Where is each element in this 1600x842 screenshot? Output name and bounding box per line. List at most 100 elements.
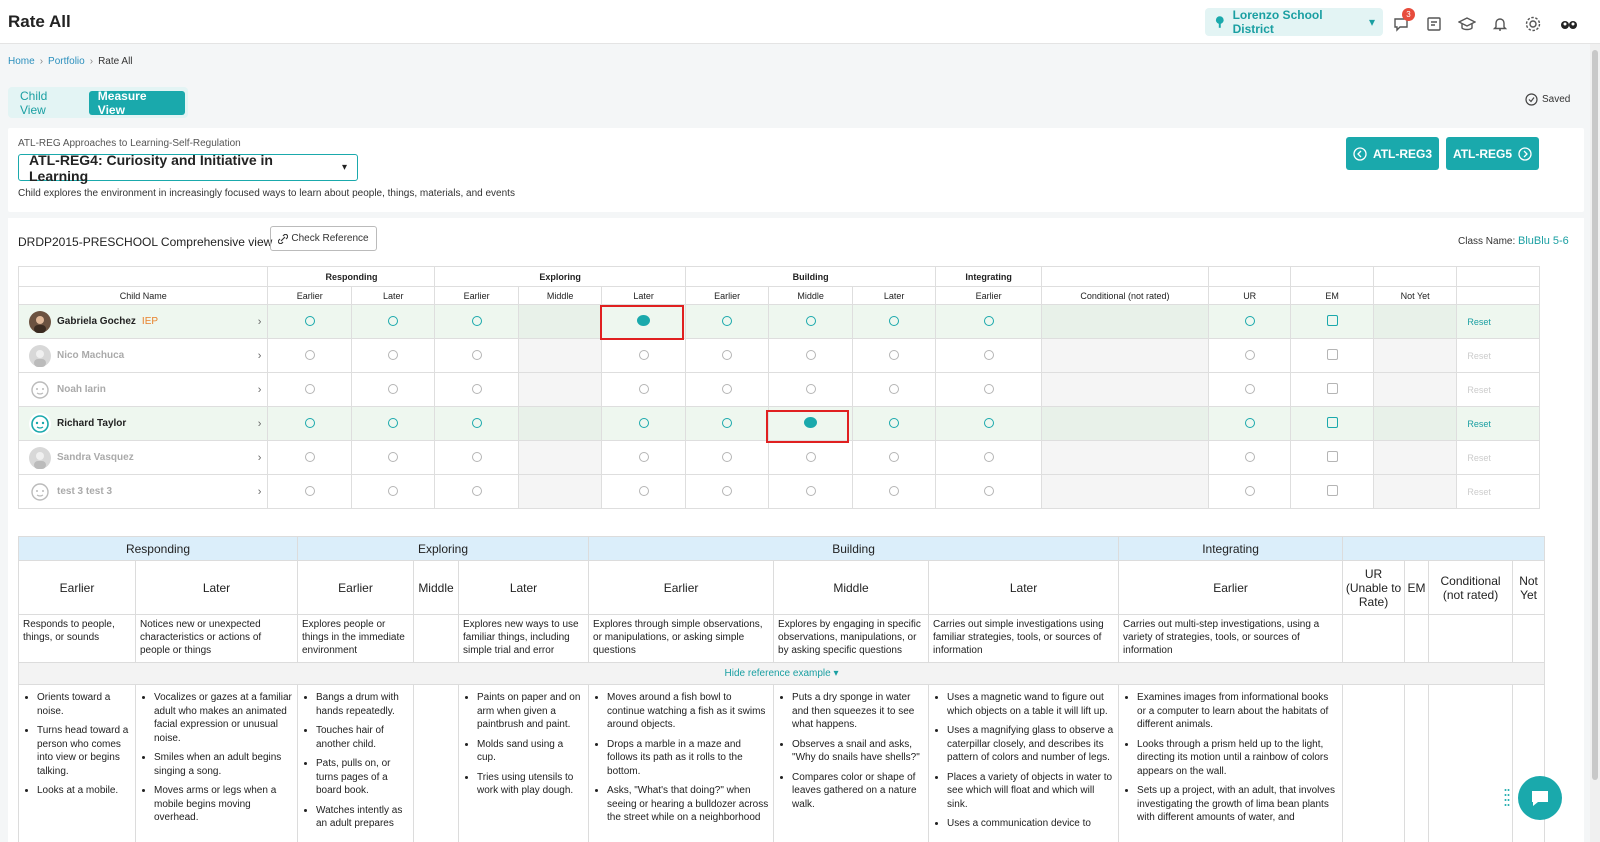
em-checkbox[interactable] [1326, 451, 1338, 462]
rating-cell[interactable] [434, 338, 519, 373]
rating-cell[interactable] [350, 372, 436, 407]
ur-cell[interactable] [1207, 474, 1292, 509]
em-cell[interactable] [1290, 406, 1374, 441]
radio-option[interactable] [304, 349, 315, 360]
rating-cell[interactable] [434, 372, 519, 407]
rating-cell[interactable] [935, 304, 1042, 339]
rating-cell[interactable] [935, 440, 1042, 475]
radio-option[interactable] [388, 451, 399, 462]
tab-measure-view[interactable]: Measure View [88, 89, 185, 117]
reset-link[interactable]: Reset [1456, 440, 1540, 475]
radio-option[interactable] [722, 451, 733, 462]
prev-measure-button[interactable]: ATL-REG3 [1346, 137, 1439, 170]
radio-option[interactable] [304, 451, 315, 462]
radio-option[interactable] [889, 349, 900, 360]
em-cell[interactable] [1290, 440, 1374, 475]
radio-option[interactable] [889, 383, 900, 394]
rating-cell[interactable] [601, 338, 686, 373]
em-cell[interactable] [1290, 474, 1374, 509]
rating-cell[interactable] [434, 474, 519, 509]
radio-option[interactable] [1244, 349, 1255, 360]
radio-option[interactable] [388, 315, 399, 326]
rating-cell[interactable] [434, 304, 519, 339]
radio-option[interactable] [388, 417, 399, 428]
hide-reference-toggle[interactable]: Hide reference example ▾ [17, 662, 1546, 685]
radio-option[interactable] [983, 485, 994, 496]
radio-option[interactable] [889, 315, 900, 326]
radio-option[interactable] [805, 349, 816, 360]
scrollbar-thumb[interactable] [1592, 50, 1598, 780]
radio-option[interactable] [638, 485, 649, 496]
rating-cell[interactable] [935, 338, 1042, 373]
radio-option[interactable] [471, 417, 482, 428]
em-checkbox[interactable] [1326, 417, 1338, 428]
rating-cell[interactable] [768, 304, 853, 339]
breadcrumb-portfolio[interactable]: Portfolio [48, 56, 85, 67]
rating-cell[interactable] [267, 440, 352, 475]
radio-option[interactable] [304, 383, 315, 394]
em-checkbox[interactable] [1326, 315, 1338, 326]
em-cell[interactable] [1290, 372, 1374, 407]
radio-option[interactable] [722, 417, 733, 428]
rating-cell[interactable] [935, 372, 1042, 407]
radio-option[interactable] [889, 485, 900, 496]
rating-cell[interactable] [434, 406, 519, 441]
radio-option[interactable] [471, 349, 482, 360]
reset-link[interactable]: Reset [1456, 338, 1540, 373]
child-cell[interactable]: Gabriela Gochez IEP › [17, 304, 269, 339]
em-checkbox[interactable] [1326, 485, 1338, 496]
radio-option[interactable] [1244, 451, 1255, 462]
radio-option[interactable] [805, 451, 816, 462]
drag-handle-icon[interactable] [1504, 788, 1510, 806]
em-checkbox[interactable] [1326, 383, 1338, 394]
radio-option[interactable] [471, 451, 482, 462]
radio-option[interactable] [388, 349, 399, 360]
chat-icon[interactable]: 3 [1390, 8, 1415, 35]
radio-option[interactable] [1244, 315, 1255, 326]
chat-widget-button[interactable] [1518, 776, 1562, 820]
rating-cell[interactable] [684, 338, 770, 373]
radio-option[interactable] [638, 383, 649, 394]
rating-cell[interactable] [935, 474, 1042, 509]
radio-option[interactable] [722, 383, 733, 394]
reset-link[interactable]: Reset [1456, 304, 1540, 339]
district-selector[interactable]: Lorenzo School District ▾ [1205, 8, 1383, 36]
rating-cell[interactable] [851, 474, 937, 509]
next-measure-button[interactable]: ATL-REG5 [1446, 137, 1539, 170]
breadcrumb-home[interactable]: Home [8, 56, 35, 67]
radio-option[interactable] [983, 383, 994, 394]
tab-child-view[interactable]: Child View [11, 89, 85, 117]
radio-option[interactable] [889, 417, 900, 428]
rating-cell[interactable] [935, 406, 1042, 441]
rating-cell[interactable] [267, 406, 352, 441]
rating-cell[interactable] [350, 440, 436, 475]
check-reference-button[interactable]: Check Reference [270, 226, 377, 251]
rating-cell[interactable] [851, 406, 937, 441]
radio-option[interactable] [638, 349, 649, 360]
rating-cell[interactable] [350, 474, 436, 509]
rating-cell[interactable] [267, 372, 352, 407]
radio-option[interactable] [304, 315, 315, 326]
rating-cell[interactable] [684, 474, 770, 509]
rating-cell[interactable] [851, 440, 937, 475]
radio-option[interactable] [889, 451, 900, 462]
radio-option[interactable] [983, 417, 994, 428]
rating-cell[interactable] [267, 338, 352, 373]
ur-cell[interactable] [1207, 338, 1292, 373]
class-name-value[interactable]: BluBlu 5-6 [1518, 235, 1569, 247]
rating-cell[interactable] [851, 304, 937, 339]
radio-option[interactable] [983, 451, 994, 462]
rating-cell[interactable] [267, 304, 352, 339]
child-cell[interactable]: test 3 test 3 › [17, 474, 269, 509]
reset-link[interactable]: Reset [1456, 372, 1540, 407]
radio-option[interactable] [722, 485, 733, 496]
rating-cell[interactable] [434, 440, 519, 475]
radio-option[interactable] [1244, 485, 1255, 496]
radio-option[interactable] [722, 349, 733, 360]
radio-option[interactable] [805, 315, 816, 326]
reset-link[interactable]: Reset [1456, 406, 1540, 441]
em-checkbox[interactable] [1326, 349, 1338, 360]
child-cell[interactable]: Nico Machuca › [17, 338, 269, 373]
radio-option[interactable] [471, 383, 482, 394]
em-cell[interactable] [1290, 304, 1374, 339]
